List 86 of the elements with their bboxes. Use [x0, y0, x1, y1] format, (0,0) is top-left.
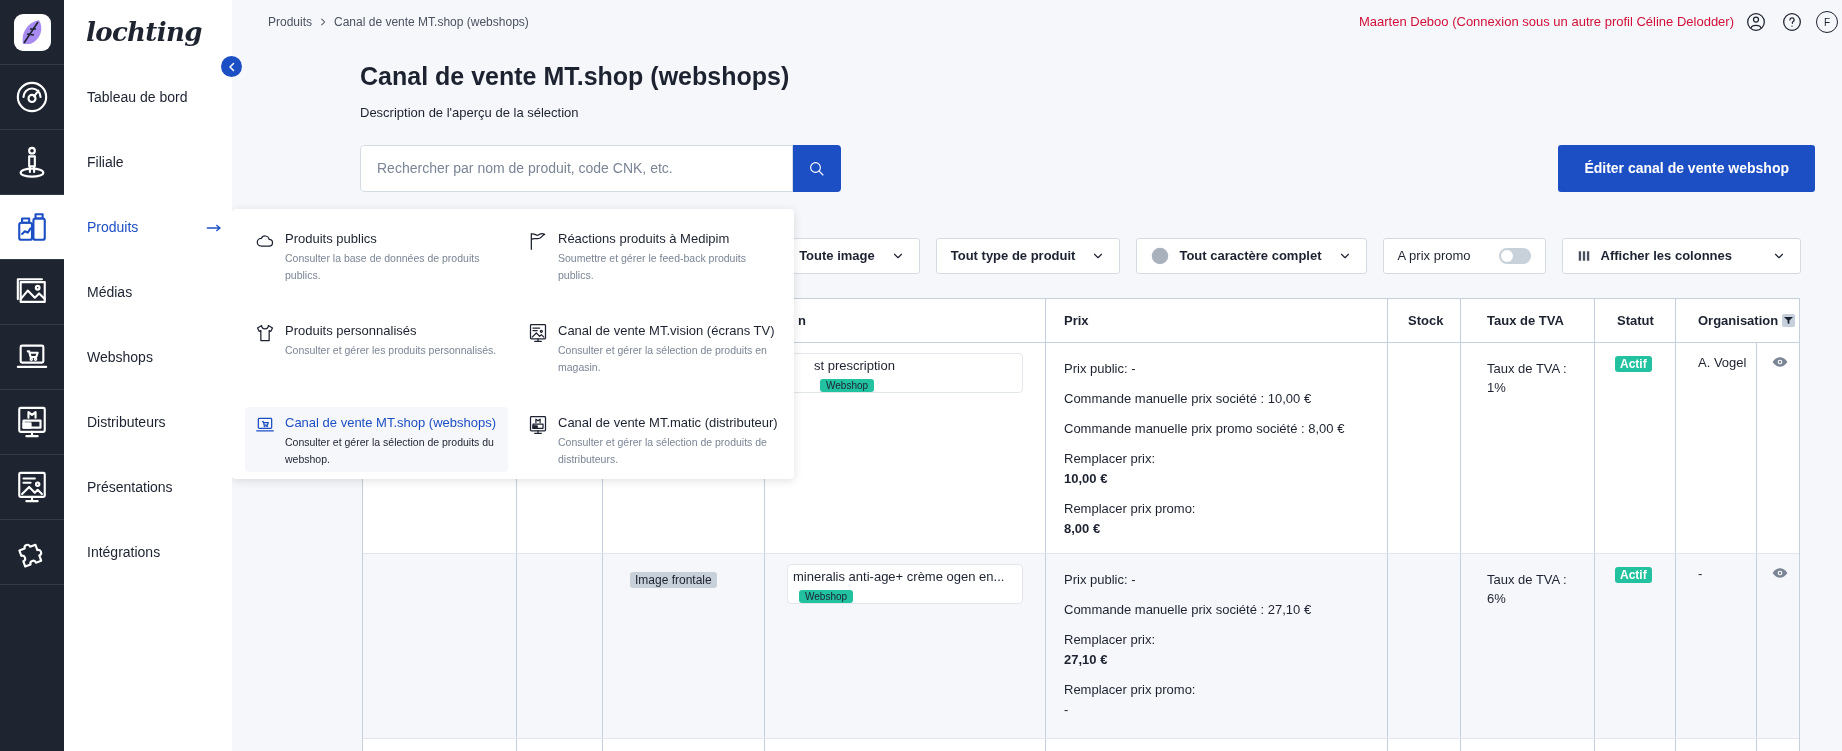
- column-header[interactable]: Taux de TVA: [1487, 310, 1564, 331]
- menu-item[interactable]: Canal de vente MT.shop (webshops) Consulter et gérer la sélection de produits du webshop.: [245, 407, 508, 472]
- column-header[interactable]: Organisation: [1698, 310, 1779, 331]
- nav-item[interactable]: Médias: [87, 282, 133, 303]
- app-logo-icon[interactable]: [13, 13, 51, 51]
- search-field[interactable]: Rechercher par nom de produit, code CNK, etc.: [360, 145, 793, 192]
- price-label: Remplacer prix:: [1064, 631, 1157, 649]
- help-icon[interactable]: [1782, 12, 1802, 32]
- menu-item-title: Réactions produits à Medipim: [558, 231, 731, 247]
- column-header[interactable]: Stock: [1408, 310, 1444, 331]
- price-label: Remplacer prix promo:: [1064, 500, 1197, 518]
- nav-item[interactable]: Tableau de bord: [87, 87, 188, 108]
- user-icon[interactable]: [1746, 12, 1766, 32]
- price-line: Prix public: -: [1064, 571, 1137, 589]
- column-header[interactable]: Prix: [1064, 310, 1089, 331]
- price-value: 8,00 €: [1064, 520, 1102, 538]
- nav-item[interactable]: Webshops: [87, 347, 153, 368]
- status-badge: Actif: [1615, 356, 1652, 372]
- menu-item-title: Canal de vente MT.vision (écrans TV): [558, 323, 775, 339]
- filter-dropdown[interactable]: Tout type de produit: [935, 238, 1121, 274]
- presentation-screen-icon: [15, 470, 49, 504]
- columns-icon: [1576, 249, 1591, 263]
- image-tag: Image frontale: [630, 572, 717, 588]
- menu-item[interactable]: Canal de vente MT.matic (distributeur) Consulter et gérer la sélection de produits de distributeurs.: [518, 407, 794, 472]
- price-value: 10,00 €: [1064, 470, 1109, 488]
- breadcrumb-link[interactable]: Canal de vente MT.shop (webshops): [334, 13, 529, 31]
- bottles-icon: [15, 210, 49, 244]
- shirt-icon: [255, 323, 275, 343]
- menu-item-description: Consulter et gérer la sélection de produits du webshop.: [285, 435, 495, 467]
- organisation-name: A. Vogel: [1698, 355, 1747, 370]
- channel-tag: Webshop: [820, 379, 875, 392]
- product-name: st prescription: [814, 357, 896, 375]
- menu-item-title: Canal de vente MT.matic (distributeur): [558, 415, 778, 431]
- product-name-field[interactable]: mineralis anti-age+ crème ogen en... Webshop: [787, 564, 1023, 604]
- organisation-name: -: [1698, 566, 1703, 581]
- price-value: 27,10 €: [1064, 651, 1109, 669]
- gauge-icon: [15, 80, 49, 114]
- filter-dropdown[interactable]: Afficher les colonnes: [1561, 238, 1801, 274]
- nav-item[interactable]: Produits: [87, 217, 139, 238]
- eye-icon[interactable]: [1772, 565, 1788, 581]
- vat-rate: Taux de TVA : 1%: [1487, 360, 1568, 397]
- filter-icon[interactable]: [1782, 314, 1795, 327]
- vending-screen-icon: [15, 405, 49, 439]
- price-value: -: [1064, 701, 1070, 719]
- menu-item-description: Soumettre et gérer le feed-back produits publics.: [558, 251, 747, 283]
- column-header[interactable]: Statut: [1617, 310, 1654, 331]
- nav-item[interactable]: Intégrations: [87, 542, 161, 563]
- user-notice: Maarten Deboo (Connexion sous un autre profil Céline Delodder): [1358, 13, 1734, 32]
- product-name: mineralis anti-age+ crème ogen en...: [793, 568, 1006, 586]
- edit-channel-button[interactable]: Éditer canal de vente webshop: [1558, 145, 1815, 192]
- brand-logo: lochting: [85, 16, 203, 49]
- toggle-switch[interactable]: [1498, 248, 1531, 264]
- eye-icon[interactable]: [1772, 354, 1788, 370]
- menu-item-description: Consulter la base de données de produits publics.: [285, 251, 481, 283]
- search-icon: [808, 159, 826, 178]
- price-label: Remplacer prix promo:: [1064, 681, 1197, 699]
- channel-tag: Webshop: [799, 590, 854, 603]
- presentation-screen-icon: [528, 323, 548, 343]
- nav-item[interactable]: Distributeurs: [87, 412, 166, 433]
- search-button[interactable]: [793, 145, 841, 192]
- page-description: Description de l'aperçu de la sélection: [360, 104, 580, 122]
- vending-screen-icon: [528, 415, 548, 435]
- filter-dropdown[interactable]: Tout caractère complet: [1136, 238, 1367, 274]
- vat-rate: Taux de TVA : 6%: [1487, 571, 1568, 608]
- breadcrumb-link[interactable]: Produits: [268, 13, 313, 31]
- column-header[interactable]: n: [798, 310, 806, 331]
- price-line: Commande manuelle prix société : 10,00 €: [1064, 390, 1313, 408]
- menu-item-description: Consulter et gérer la sélection de produits en magasin.: [558, 343, 768, 375]
- menu-item-description: Consulter et gérer la sélection de produits de distributeurs.: [558, 435, 768, 467]
- menu-item-title: Canal de vente MT.shop (webshops): [285, 415, 497, 431]
- price-label: Remplacer prix:: [1064, 450, 1157, 468]
- dot-icon: [1151, 247, 1170, 265]
- nav-item[interactable]: Filiale: [87, 152, 124, 173]
- price-line: Prix public: -: [1064, 360, 1137, 378]
- flag-icon: [528, 231, 548, 251]
- toggle-label: A prix promo: [1397, 247, 1471, 266]
- price-line: Commande manuelle prix promo société : 8,00 €: [1064, 420, 1346, 438]
- menu-item-title: Produits publics: [285, 231, 378, 247]
- status-badge: Actif: [1615, 567, 1652, 583]
- page-title: Canal de vente MT.shop (webshops): [360, 61, 791, 92]
- menu-item-title: Produits personnalisés: [285, 323, 418, 339]
- menu-item[interactable]: Produits personnalisés Consulter et gérer les produits personnalisés.: [245, 315, 508, 380]
- price-line: Commande manuelle prix société : 27,10 €: [1064, 601, 1313, 619]
- menu-item[interactable]: Produits publics Consulter la base de données de produits publics.: [245, 223, 508, 288]
- menu-item-description: Consulter et gérer les produits personnalisés.: [285, 343, 497, 358]
- nav-item[interactable]: Présentations: [87, 477, 173, 498]
